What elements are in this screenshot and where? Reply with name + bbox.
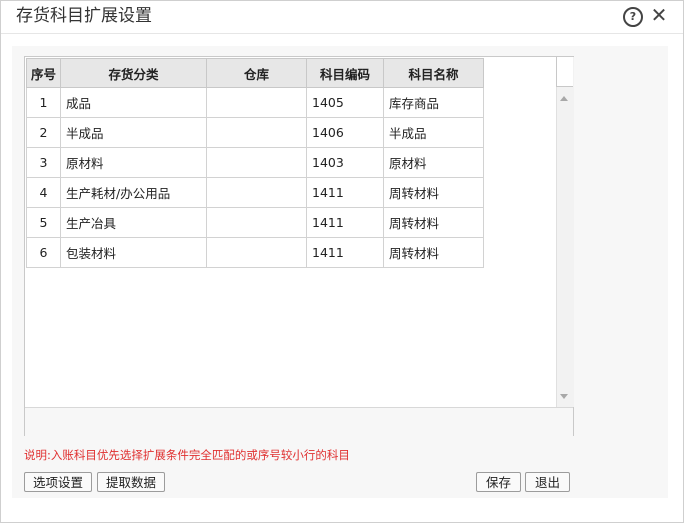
vertical-scrollbar[interactable] xyxy=(556,57,574,407)
info-note: 说明:入账科目优先选择扩展条件完全匹配的或序号较小行的科目 xyxy=(24,448,350,462)
warehouse-cell[interactable] xyxy=(206,177,307,208)
dialog-title: 存货科目扩展设置 xyxy=(16,6,152,26)
column-header-code[interactable]: 科目编码 xyxy=(306,58,384,88)
column-header-warehouse[interactable]: 仓库 xyxy=(206,58,307,88)
subject-grid: 序号 存货分类 仓库 科目编码 科目名称 1 成品 1405 库存商品 2 半成… xyxy=(24,56,574,436)
subject-name-cell[interactable]: 半成品 xyxy=(383,117,484,148)
warehouse-cell[interactable] xyxy=(206,87,307,118)
row-index: 2 xyxy=(26,117,61,148)
grid-table: 序号 存货分类 仓库 科目编码 科目名称 1 成品 1405 库存商品 2 半成… xyxy=(26,58,484,268)
scroll-up-icon[interactable] xyxy=(560,96,568,101)
subject-name-cell[interactable]: 原材料 xyxy=(383,147,484,178)
row-index: 3 xyxy=(26,147,61,178)
warehouse-cell[interactable] xyxy=(206,207,307,238)
warehouse-cell[interactable] xyxy=(206,117,307,148)
table-row[interactable]: 1 成品 1405 库存商品 xyxy=(26,87,484,118)
subject-name-cell[interactable]: 周转材料 xyxy=(383,177,484,208)
table-row[interactable]: 4 生产耗材/办公用品 1411 周转材料 xyxy=(26,177,484,208)
row-index: 4 xyxy=(26,177,61,208)
grid-header-row: 序号 存货分类 仓库 科目编码 科目名称 xyxy=(26,58,484,88)
row-index: 1 xyxy=(26,87,61,118)
help-icon[interactable]: ? xyxy=(623,7,643,27)
category-cell[interactable]: 半成品 xyxy=(60,117,207,148)
exit-button[interactable]: 退出 xyxy=(525,472,570,492)
column-header-index[interactable]: 序号 xyxy=(26,58,61,88)
subject-name-cell[interactable]: 库存商品 xyxy=(383,87,484,118)
scrollbar-header-cell xyxy=(556,57,573,87)
code-cell[interactable]: 1411 xyxy=(306,177,384,208)
titlebar: 存货科目扩展设置 ? ✕ xyxy=(1,1,683,34)
category-cell[interactable]: 原材料 xyxy=(60,147,207,178)
column-header-name[interactable]: 科目名称 xyxy=(383,58,484,88)
warehouse-cell[interactable] xyxy=(206,147,307,178)
row-index: 5 xyxy=(26,207,61,238)
code-cell[interactable]: 1411 xyxy=(306,237,384,268)
code-cell[interactable]: 1406 xyxy=(306,117,384,148)
grid-footer xyxy=(25,407,573,436)
category-cell[interactable]: 包装材料 xyxy=(60,237,207,268)
row-index: 6 xyxy=(26,237,61,268)
scroll-down-icon[interactable] xyxy=(560,394,568,399)
table-row[interactable]: 2 半成品 1406 半成品 xyxy=(26,117,484,148)
save-button[interactable]: 保存 xyxy=(476,472,521,492)
code-cell[interactable]: 1411 xyxy=(306,207,384,238)
code-cell[interactable]: 1405 xyxy=(306,87,384,118)
subject-name-cell[interactable]: 周转材料 xyxy=(383,237,484,268)
code-cell[interactable]: 1403 xyxy=(306,147,384,178)
warehouse-cell[interactable] xyxy=(206,237,307,268)
table-row[interactable]: 5 生产冶具 1411 周转材料 xyxy=(26,207,484,238)
subject-name-cell[interactable]: 周转材料 xyxy=(383,207,484,238)
table-row[interactable]: 3 原材料 1403 原材料 xyxy=(26,147,484,178)
table-row[interactable]: 6 包装材料 1411 周转材料 xyxy=(26,237,484,268)
column-header-category[interactable]: 存货分类 xyxy=(60,58,207,88)
options-settings-button[interactable]: 选项设置 xyxy=(24,472,92,492)
category-cell[interactable]: 成品 xyxy=(60,87,207,118)
category-cell[interactable]: 生产冶具 xyxy=(60,207,207,238)
fetch-data-button[interactable]: 提取数据 xyxy=(97,472,165,492)
close-icon[interactable]: ✕ xyxy=(649,3,669,27)
category-cell[interactable]: 生产耗材/办公用品 xyxy=(60,177,207,208)
